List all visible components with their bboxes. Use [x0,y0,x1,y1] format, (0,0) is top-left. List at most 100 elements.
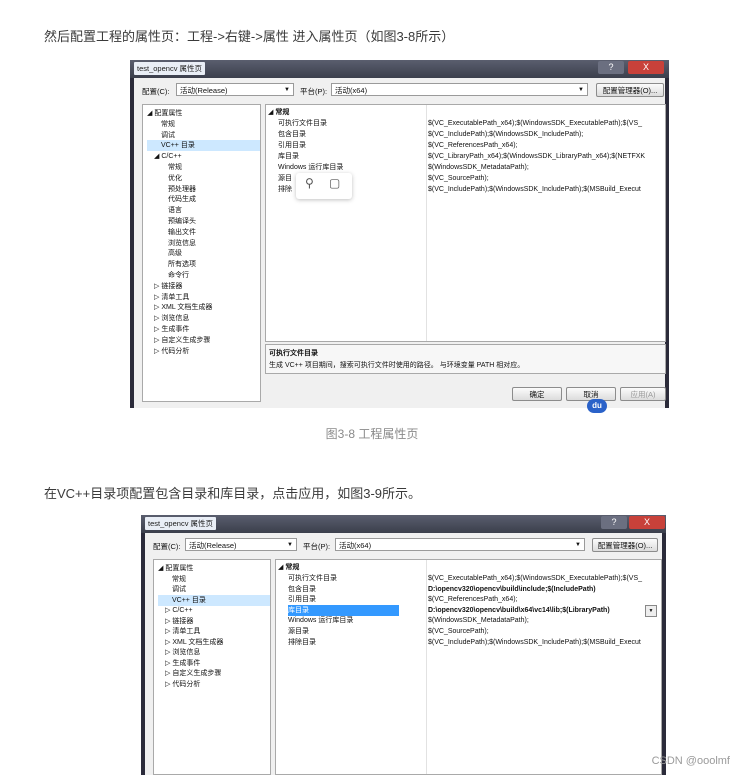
tree-item[interactable]: ▷ 清单工具 [154,292,189,303]
property-name: 库目录 [288,604,399,616]
property-value: $(VC_ExecutablePath_x64);$(WindowsSDK_Ex… [428,120,643,127]
tree-item[interactable]: 常规 [161,119,175,130]
property-name: 可执行文件目录 [278,120,327,127]
ok-button[interactable]: 确定 [512,387,562,401]
config-manager-button[interactable]: 配置管理器(O)... [596,83,664,97]
comment-icon[interactable]: ▢ [329,176,340,190]
tree-item[interactable]: VC++ 目录 [147,140,260,152]
property-pages-dialog-2: test_opencv 属性页 ? X 配置(C): 活动(Release) ▼ … [141,515,666,775]
tree-item[interactable]: 输出文件 [168,227,196,238]
intro-paragraph: 然后配置工程的属性页：工程->右键->属性 进入属性页（如图3-8所示） [44,29,455,44]
property-tree[interactable]: ◢ 配置属性 常规 调试 VC++ 目录 ▷ C/C++ ▷ 链接器 ▷ 清单工具 ▷ XML… [153,559,271,775]
tree-item[interactable]: ▷ XML 文档生成器 [154,302,212,313]
tree-item[interactable]: 常规 [168,162,182,173]
description-panel: 可执行文件目录 生成 VC++ 项目期间，搜索可执行文件时使用的路径。 与环境变… [265,344,666,374]
apply-button[interactable]: 应用(A) [620,387,666,401]
tree-item[interactable]: 预处理器 [168,184,196,195]
tree-item[interactable]: 代码生成 [168,194,196,205]
tree-item[interactable]: ▷ 链接器 [154,281,182,292]
property-value: $(VC_SourcePath); [428,628,489,635]
config-combo[interactable]: 活动(Release) ▼ [176,83,294,96]
tree-item[interactable]: ▷ 浏览信息 [165,647,200,658]
tree-item[interactable]: ▷ C/C++ [165,605,193,616]
help-button[interactable]: ? [601,516,627,529]
config-combo[interactable]: 活动(Release) ▼ [185,538,297,551]
property-grid[interactable]: ◢ 常规可执行文件目录 $(VC_ExecutablePath_x64);$(Wi… [265,104,666,342]
tree-item[interactable]: 优化 [168,173,182,184]
property-value: $(VC_LibraryPath_x64);$(WindowsSDK_Libra… [428,153,646,160]
tree-item[interactable]: ▷ 清单工具 [165,626,200,637]
tree-item[interactable]: 常规 [172,574,186,585]
tree-item[interactable]: 高级 [168,248,182,259]
property-value: D:\opencv320\opencv\build\include;$(Incl… [428,585,596,593]
platform-combo[interactable]: 活动(x64) ▼ [331,83,588,96]
close-button[interactable]: X [629,516,665,529]
property-value: D:\opencv320\opencv\build\x64\vc14\lib;$… [428,606,610,614]
tree-item[interactable]: 调试 [161,130,175,141]
property-row[interactable]: Windows 运行库目录 $(WindowsSDK_MetadataPath); [266,162,665,173]
tree-item[interactable]: ▷ 代码分析 [154,346,189,357]
tree-item[interactable]: ▷ 浏览信息 [154,313,189,324]
property-row[interactable]: 库目录 $(VC_LibraryPath_x64);$(WindowsSDK_Li… [266,151,665,162]
tree-item[interactable]: ▷ 链接器 [165,616,193,627]
property-row[interactable]: Windows 运行库目录 $(WindowsSDK_MetadataPath); [276,615,661,626]
chevron-down-icon: ▼ [578,87,584,93]
property-value: $(VC_SourcePath); [428,175,489,182]
tree-item[interactable]: 调试 [172,584,186,595]
tree-item[interactable]: ◢ 配置属性 [158,563,193,574]
tree-item[interactable]: ▷ XML 文档生成器 [165,637,223,648]
property-tree[interactable]: ◢ 配置属性 常规 调试 VC++ 目录 ◢ C/C++ 常规 优化 预处理器 代码生成 语言 预编… [142,104,261,402]
help-button[interactable]: ? [598,61,624,74]
tree-item[interactable]: ▷ 代码分析 [165,679,200,690]
search-icon[interactable]: ⚲ [305,176,314,190]
platform-value: 活动(x64) [335,86,368,95]
property-value: $(VC_IncludePath);$(WindowsSDK_IncludePa… [428,131,584,138]
property-row[interactable]: 排除目录 $(VC_IncludePath);$(WindowsSDK_Inclu… [276,637,661,648]
dialog-title: test_opencv 属性页 [145,517,217,530]
property-value: $(VC_IncludePath);$(WindowsSDK_IncludePa… [428,186,641,193]
property-grid[interactable]: ◢ 常规 可执行文件目录 $(VC_ExecutablePath_x64);$(Wi… [275,559,662,775]
property-row[interactable]: 包含目录 $(VC_IncludePath);$(WindowsSDK_Inclu… [266,129,665,140]
tree-item[interactable]: ◢ 配置属性 [147,108,182,119]
property-row[interactable]: 引用目录 $(VC_ReferencesPath_x64); [276,594,661,605]
dialog-titlebar: test_opencv 属性页 ? X [141,515,666,533]
tree-item[interactable]: ▷ 生成事件 [165,658,200,669]
property-row[interactable]: 库目录 D:\opencv320\opencv\build\x64\vc14\li… [276,604,661,617]
tree-item[interactable]: 浏览信息 [168,238,196,249]
property-row[interactable]: 源目录 $(VC_SourcePath); [276,626,661,637]
property-name: 排除目录 [288,638,316,646]
tree-item[interactable]: 命令行 [168,270,189,281]
tree-item[interactable]: VC++ 目录 [158,594,270,606]
chevron-down-icon: ▼ [575,542,581,548]
tree-item[interactable]: ▷ 生成事件 [154,324,189,335]
platform-value: 活动(x64) [339,541,372,550]
figure-caption: 图3-8 工程属性页 [325,427,419,441]
close-button[interactable]: X [628,61,664,74]
property-name: 源目 [278,175,292,182]
property-name: Windows 运行库目录 [288,617,354,625]
tree-item[interactable]: ▷ 自定义生成步骤 [154,335,210,346]
property-pages-dialog-1: test_opencv 属性页 ? X 配置(C): 活动(Release) ▼ … [130,60,669,408]
tree-item[interactable]: ◢ C/C++ [154,151,182,162]
property-row[interactable]: 包含目录 D:\opencv320\opencv\build\include;$(… [276,584,661,595]
tree-item[interactable]: ▷ 自定义生成步骤 [165,668,221,679]
property-row[interactable]: 可执行文件目录 $(VC_ExecutablePath_x64);$(Window… [276,573,661,584]
dialog-title: test_opencv 属性页 [134,62,206,75]
config-label: 配置(C): [153,542,181,551]
dialog-client: 配置(C): 活动(Release) ▼ 平台(P): 活动(x64) ▼ 配置管理… [145,533,662,775]
property-name: 排除 [278,186,292,193]
tree-item[interactable]: 语言 [168,205,182,216]
property-row[interactable]: 引用目录 $(VC_ReferencesPath_x64); [266,140,665,151]
tree-item[interactable]: 预编译头 [168,216,196,227]
config-value: 活动(Release) [189,541,237,550]
property-name: 引用目录 [278,142,306,149]
section-header[interactable]: ◢ 常规 [268,107,289,117]
property-row[interactable]: 可执行文件目录 $(VC_ExecutablePath_x64);$(Window… [266,118,665,129]
floating-badge-icon[interactable]: du [587,399,607,413]
config-manager-button[interactable]: 配置管理器(O)... [592,538,658,552]
platform-combo[interactable]: 活动(x64) ▼ [335,538,585,551]
config-toolbar: 配置(C): 活动(Release) ▼ 平台(P): 活动(x64) ▼ 配置管理… [134,82,665,100]
section-header[interactable]: ◢ 常规 [278,562,299,572]
tree-item[interactable]: 所有选项 [168,259,196,270]
property-value: $(WindowsSDK_MetadataPath); [428,617,529,625]
